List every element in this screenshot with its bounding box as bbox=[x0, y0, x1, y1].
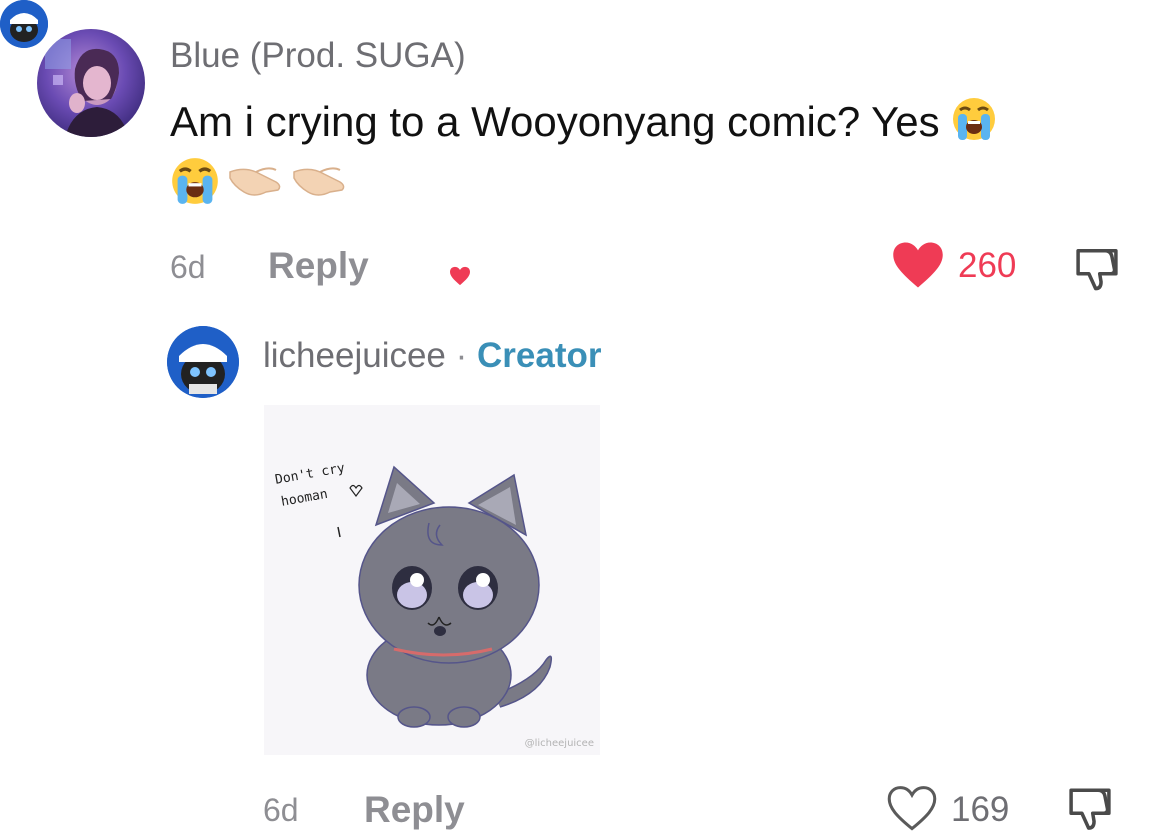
thumbs-down-icon bbox=[1076, 249, 1118, 291]
creator-liked-avatar bbox=[0, 0, 48, 48]
pinching-hand-icon bbox=[290, 158, 348, 209]
comment-emoji-row bbox=[170, 156, 348, 211]
kitten-illustration bbox=[337, 465, 553, 728]
reply-reply-button[interactable]: Reply bbox=[364, 789, 465, 831]
reply-like-button[interactable] bbox=[886, 784, 938, 831]
reply-timestamp: 6d bbox=[263, 792, 299, 828]
commenter-username[interactable]: Blue (Prod. SUGA) bbox=[170, 36, 466, 76]
commenter-avatar[interactable] bbox=[37, 29, 145, 137]
comment-like-button[interactable] bbox=[891, 240, 945, 295]
comment-timestamp: 6d bbox=[170, 249, 206, 285]
reply-username-row: licheejuicee · Creator bbox=[263, 336, 602, 376]
comment-dislike-button[interactable] bbox=[1070, 240, 1124, 299]
loudly-crying-face-icon bbox=[170, 156, 220, 211]
username-separator: · bbox=[455, 336, 468, 375]
comment-like-count: 260 bbox=[958, 246, 1017, 285]
creator-heart-badge bbox=[446, 262, 474, 290]
reply-avatar[interactable] bbox=[167, 326, 239, 398]
reply-like-count: 169 bbox=[951, 790, 1010, 829]
comment-reply-button[interactable]: Reply bbox=[268, 245, 369, 287]
comment-thread: Blue (Prod. SUGA) Am i crying to a Wooyo… bbox=[0, 0, 1170, 831]
reply-username[interactable]: licheejuicee bbox=[263, 336, 446, 375]
image-watermark: @licheejuicee bbox=[524, 738, 594, 749]
thumbs-down-icon bbox=[1069, 788, 1111, 830]
pinching-hand-icon bbox=[226, 158, 284, 209]
comment-text-body: Am i crying to a Wooyonyang comic? Yes bbox=[170, 98, 940, 145]
creator-badge: Creator bbox=[477, 336, 602, 375]
loudly-crying-face-icon bbox=[951, 96, 997, 152]
comment-text: Am i crying to a Wooyonyang comic? Yes bbox=[170, 96, 997, 152]
reply-dislike-button[interactable] bbox=[1063, 782, 1117, 831]
reply-image[interactable]: Don't cry hooman @licheejuicee bbox=[264, 405, 600, 755]
heart-outline-icon bbox=[887, 786, 937, 831]
heart-filled-icon bbox=[893, 242, 943, 288]
